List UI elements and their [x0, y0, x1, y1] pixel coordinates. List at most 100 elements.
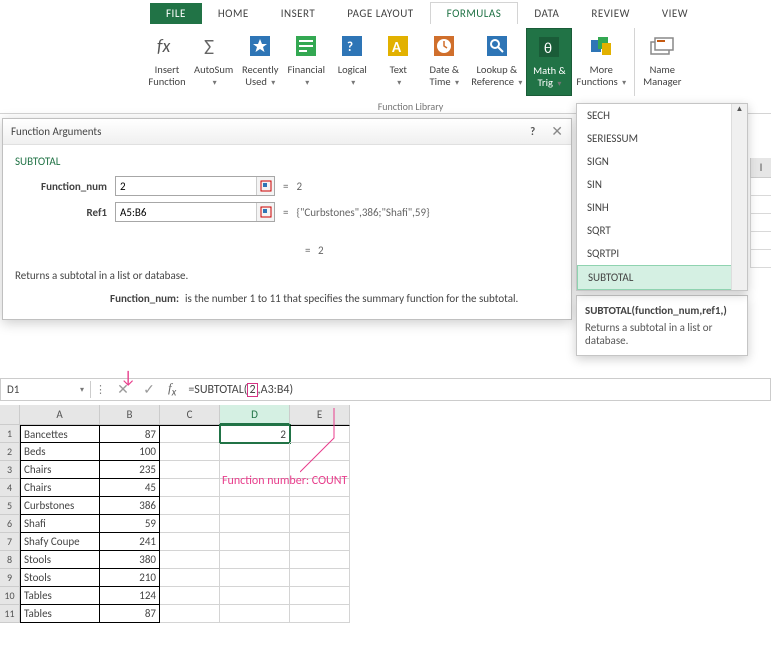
- cell[interactable]: Chairs: [20, 461, 100, 479]
- insert-function-fx-button[interactable]: fx: [162, 380, 182, 399]
- cell[interactable]: Shafy Coupe: [20, 533, 100, 551]
- cell[interactable]: [290, 443, 350, 461]
- cell[interactable]: [220, 515, 290, 533]
- col-header-i[interactable]: I: [750, 158, 771, 178]
- tab-data[interactable]: DATA: [518, 3, 575, 24]
- more-functions-button[interactable]: More Functions: [572, 28, 630, 96]
- dropdown-item-sin[interactable]: SIN: [577, 173, 747, 196]
- dropdown-item-seriessum[interactable]: SERIESSUM: [577, 127, 747, 150]
- cell[interactable]: [160, 479, 220, 497]
- cell[interactable]: [160, 569, 220, 587]
- arg1-ref-button[interactable]: [256, 177, 274, 195]
- cell-d1[interactable]: 2: [220, 425, 290, 443]
- col-header-c[interactable]: C: [160, 405, 220, 425]
- row-header-7[interactable]: 7: [0, 533, 20, 551]
- dialog-close-button[interactable]: ✕: [551, 123, 563, 140]
- col-header-a[interactable]: A: [20, 405, 100, 425]
- dropdown-scrollbar[interactable]: ▲: [731, 104, 747, 290]
- cell[interactable]: [290, 551, 350, 569]
- row-header-5[interactable]: 5: [0, 497, 20, 515]
- row-header-3[interactable]: 3: [0, 461, 20, 479]
- cell[interactable]: [290, 533, 350, 551]
- dropdown-item-sqrt[interactable]: SQRT: [577, 219, 747, 242]
- cell[interactable]: 241: [100, 533, 160, 551]
- insert-function-button[interactable]: fx Insert Function: [144, 28, 190, 96]
- cell[interactable]: [220, 569, 290, 587]
- tab-formulas[interactable]: FORMULAS: [430, 2, 519, 24]
- dropdown-item-sech[interactable]: SECH: [577, 104, 747, 127]
- cell[interactable]: [220, 497, 290, 515]
- recently-used-button[interactable]: Recently Used: [237, 28, 283, 96]
- cell[interactable]: Curbstones: [20, 497, 100, 515]
- arg1-input[interactable]: [116, 179, 256, 194]
- cell[interactable]: [160, 587, 220, 605]
- cell[interactable]: 235: [100, 461, 160, 479]
- cell[interactable]: Tables: [20, 587, 100, 605]
- tab-insert[interactable]: INSERT: [265, 3, 332, 24]
- cell[interactable]: Shafi: [20, 515, 100, 533]
- lookup-reference-button[interactable]: Lookup & Reference: [467, 28, 526, 96]
- cell[interactable]: [290, 497, 350, 515]
- tab-page-layout[interactable]: PAGE LAYOUT: [331, 3, 429, 24]
- cell[interactable]: 45: [100, 479, 160, 497]
- col-header-e[interactable]: E: [290, 405, 350, 425]
- tab-view[interactable]: VIEW: [646, 3, 704, 24]
- cell[interactable]: [290, 425, 350, 443]
- text-button[interactable]: A Text: [375, 28, 421, 96]
- cell[interactable]: [160, 551, 220, 569]
- cell[interactable]: 386: [100, 497, 160, 515]
- cell[interactable]: 87: [100, 605, 160, 623]
- cell[interactable]: 87: [100, 425, 160, 443]
- enter-formula-button[interactable]: ✓: [136, 381, 162, 398]
- dropdown-item-sinh[interactable]: SINH: [577, 196, 747, 219]
- cell[interactable]: [220, 443, 290, 461]
- cell[interactable]: 210: [100, 569, 160, 587]
- cell[interactable]: [160, 425, 220, 443]
- row-header-1[interactable]: 1: [0, 425, 20, 443]
- cell[interactable]: [160, 443, 220, 461]
- cell[interactable]: 380: [100, 551, 160, 569]
- select-all-corner[interactable]: [0, 405, 20, 425]
- cell[interactable]: Tables: [20, 605, 100, 623]
- col-header-d[interactable]: D: [220, 405, 290, 425]
- dropdown-item-sign[interactable]: SIGN: [577, 150, 747, 173]
- tab-file[interactable]: FILE: [150, 3, 202, 24]
- cell[interactable]: [290, 569, 350, 587]
- cell[interactable]: Chairs: [20, 479, 100, 497]
- cell[interactable]: Bancettes: [20, 425, 100, 443]
- tab-home[interactable]: HOME: [202, 3, 265, 24]
- cell[interactable]: [160, 461, 220, 479]
- cell[interactable]: [290, 605, 350, 623]
- formula-input[interactable]: =SUBTOTAL(2,A3:B4): [182, 381, 770, 399]
- cell[interactable]: [220, 587, 290, 605]
- cell[interactable]: [160, 605, 220, 623]
- cell[interactable]: 59: [100, 515, 160, 533]
- cell[interactable]: [160, 515, 220, 533]
- cell[interactable]: Stools: [20, 569, 100, 587]
- tab-review[interactable]: REVIEW: [575, 3, 646, 24]
- cell[interactable]: [290, 587, 350, 605]
- col-header-b[interactable]: B: [100, 405, 160, 425]
- cell[interactable]: [220, 533, 290, 551]
- name-box[interactable]: D1▾: [1, 381, 91, 398]
- cell[interactable]: [160, 533, 220, 551]
- financial-button[interactable]: Financial: [283, 28, 329, 96]
- arg2-ref-button[interactable]: [256, 203, 274, 221]
- math-trig-button[interactable]: θ Math & Trig: [526, 28, 572, 96]
- row-header-6[interactable]: 6: [0, 515, 20, 533]
- row-header-11[interactable]: 11: [0, 605, 20, 623]
- dropdown-item-subtotal[interactable]: SUBTOTAL: [577, 265, 747, 290]
- dialog-help-button[interactable]: ?: [530, 125, 535, 138]
- name-manager-button[interactable]: Name Manager: [639, 28, 685, 96]
- date-time-button[interactable]: Date & Time: [421, 28, 467, 96]
- row-header-9[interactable]: 9: [0, 569, 20, 587]
- namebox-expand[interactable]: ⋮: [91, 383, 110, 396]
- cell[interactable]: Beds: [20, 443, 100, 461]
- cell[interactable]: [220, 551, 290, 569]
- autosum-button[interactable]: Σ AutoSum: [190, 28, 237, 96]
- cell[interactable]: [220, 605, 290, 623]
- cell[interactable]: [290, 515, 350, 533]
- cell[interactable]: 100: [100, 443, 160, 461]
- logical-button[interactable]: ? Logical: [329, 28, 375, 96]
- row-header-8[interactable]: 8: [0, 551, 20, 569]
